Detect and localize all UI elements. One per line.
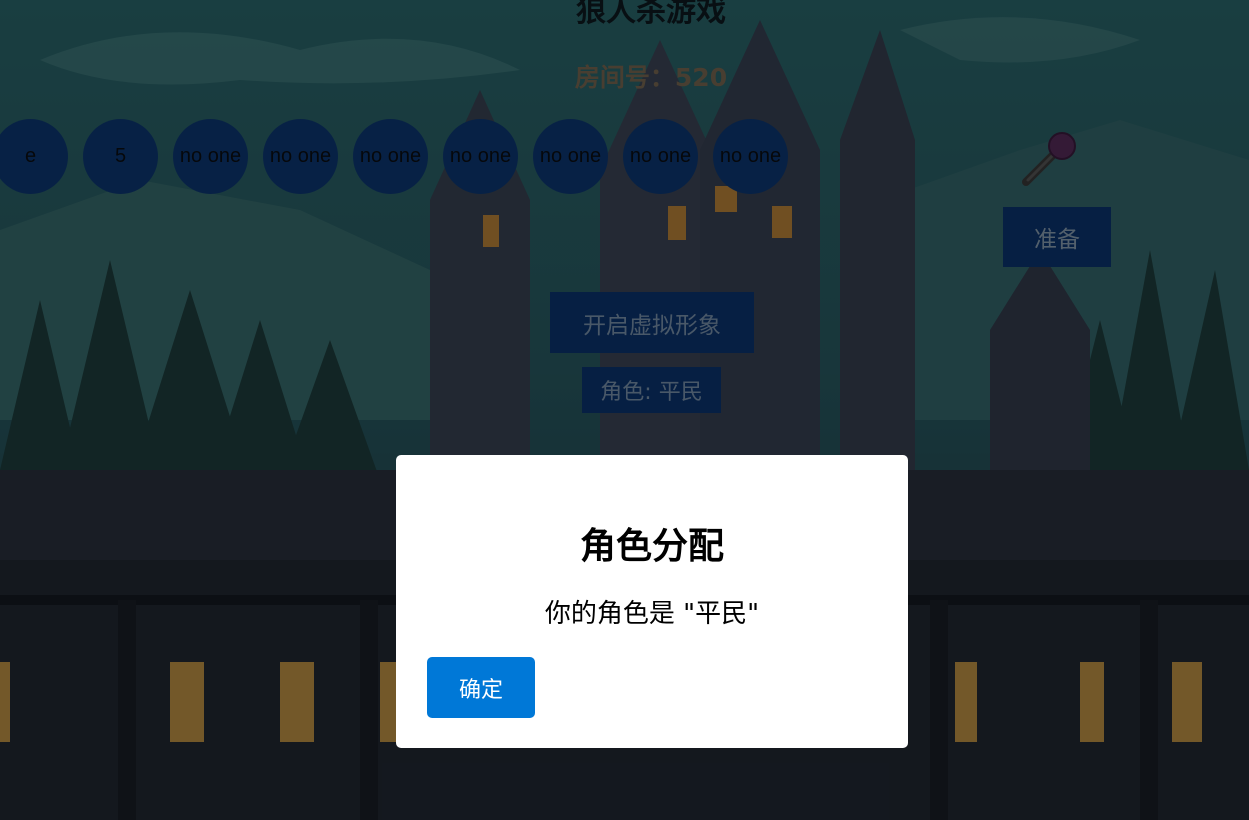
dialog-message: 你的角色是 "平民" bbox=[544, 599, 760, 629]
dialog-title: 角色分配 bbox=[579, 526, 724, 567]
confirm-button[interactable]: 确定 bbox=[427, 657, 535, 718]
role-assignment-dialog: 角色分配 你的角色是 "平民" 确定 bbox=[396, 455, 908, 748]
